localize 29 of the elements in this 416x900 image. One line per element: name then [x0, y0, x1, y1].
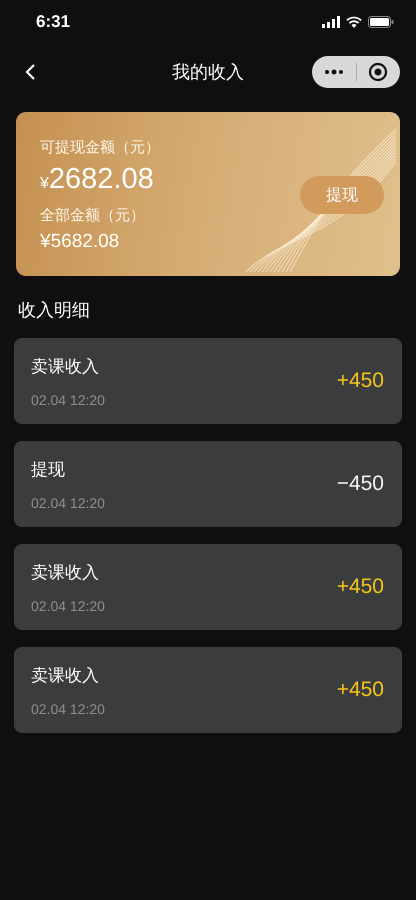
record-amount: +450 [336, 575, 384, 599]
available-amount: ¥2682.08 [40, 162, 155, 196]
record-row[interactable]: 卖课收入 02.04 12:20 +450 [14, 647, 402, 733]
record-time: 02.04 12:20 [31, 598, 105, 614]
total-amount: ¥5682.08 [40, 230, 120, 252]
record-time: 02.04 12:20 [31, 700, 105, 716]
back-icon [24, 63, 36, 81]
record-title: 卖课收入 [31, 664, 100, 686]
battery-icon [368, 16, 394, 28]
record-amount: −450 [336, 472, 384, 496]
record-row[interactable]: 卖课收入 02.04 12:20 +450 [14, 544, 402, 630]
status-time: 6:31 [36, 12, 70, 32]
record-time: 02.04 12:20 [31, 494, 105, 510]
total-label: 全部金额（元） [40, 206, 146, 224]
page-title: 我的收入 [172, 62, 244, 82]
more-icon [324, 69, 344, 75]
wifi-icon [346, 16, 362, 28]
record-amount: +450 [336, 678, 384, 702]
record-time: 02.04 12:20 [31, 392, 105, 408]
record-row[interactable]: 提现 02.04 12:20 −450 [14, 441, 402, 527]
available-label: 可提现金额（元） [40, 138, 160, 156]
record-amount: +450 [336, 369, 384, 393]
close-icon [368, 62, 388, 82]
signal-icon [322, 16, 340, 28]
section-title: 收入明细 [18, 299, 91, 322]
record-title: 卖课收入 [31, 356, 100, 378]
record-row[interactable]: 卖课收入 02.04 12:20 +450 [14, 338, 402, 424]
record-title: 卖课收入 [31, 562, 100, 584]
record-title: 提现 [31, 458, 66, 480]
